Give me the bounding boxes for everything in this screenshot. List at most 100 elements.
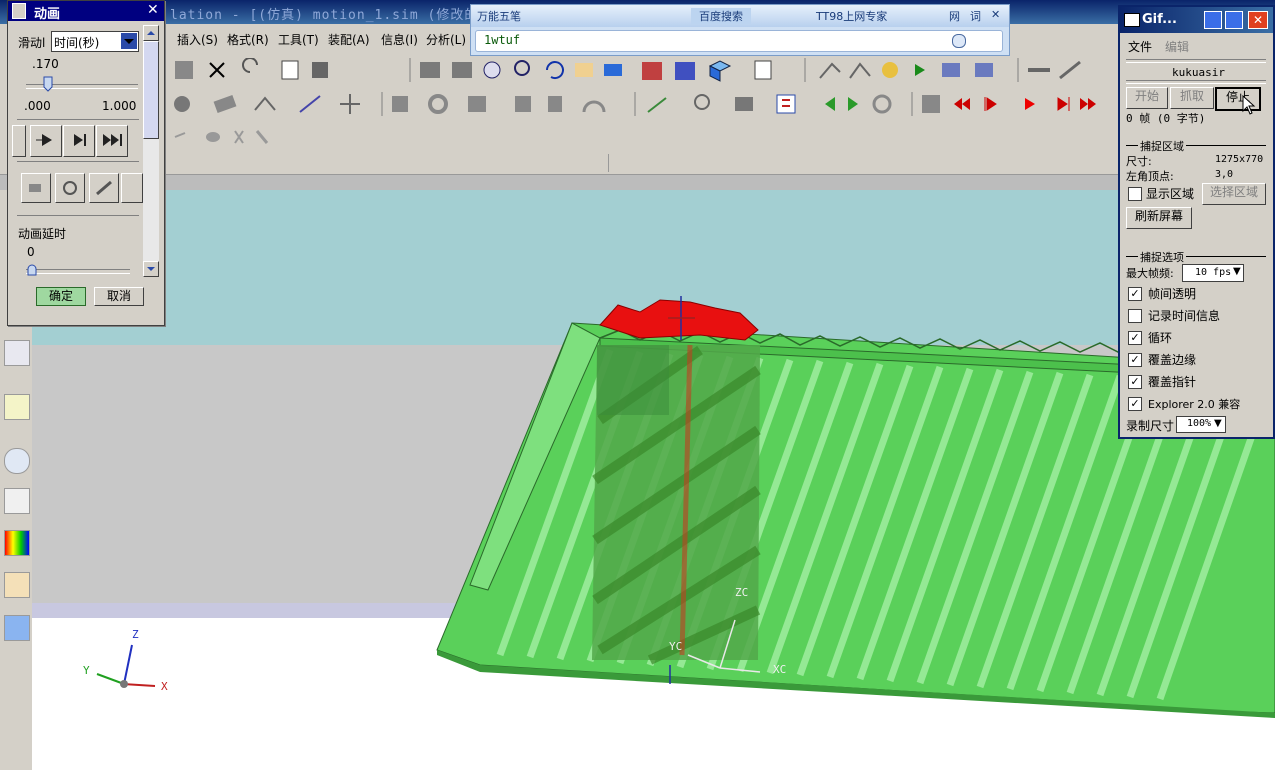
option-checkbox-pointer[interactable]: ✓ (1128, 375, 1142, 389)
ok-button[interactable]: 确定 (36, 287, 86, 306)
time-unit-select[interactable]: 时间(秒) (51, 31, 139, 52)
option-checkbox-transparent[interactable]: ✓ (1128, 287, 1142, 301)
properties-icon (281, 60, 299, 80)
ime-input[interactable]: 1wtuf (475, 30, 1003, 52)
toolbar-icons-row2 (174, 92, 1096, 116)
time-unit-value: 时间(秒) (54, 36, 100, 50)
snap-icon-a (819, 62, 841, 79)
roles-icon[interactable] (4, 572, 30, 598)
history-clock-icon[interactable] (4, 448, 30, 474)
size-chevron-down-icon[interactable]: ▼ (1214, 418, 1222, 429)
gif-close-icon[interactable]: ✕ (1248, 11, 1268, 29)
palette-tab-icon[interactable] (4, 530, 30, 556)
delay-slider-thumb[interactable] (26, 263, 38, 277)
gif-menu-file[interactable]: 文件 (1128, 38, 1152, 55)
ime-close-icon[interactable]: ✕ (991, 8, 1000, 24)
menu-tools[interactable]: 工具(T) (278, 31, 319, 48)
export-animation-button[interactable] (21, 173, 51, 203)
cue-line (0, 152, 1120, 175)
coord-icon-a (942, 63, 960, 77)
menu-analysis[interactable]: 分析(L) (426, 31, 466, 48)
select-area-button[interactable]: 选择区域 (1202, 183, 1266, 205)
slider-min: .000 (24, 99, 51, 113)
ime-word[interactable]: 词 (970, 8, 981, 24)
close-icon[interactable]: ✕ (147, 2, 159, 18)
graphics-window[interactable]: Z Y X ZC YC XC (32, 190, 1275, 770)
play-button[interactable] (30, 125, 62, 157)
corner-label: 左角顶点: (1126, 170, 1174, 183)
menu-assembly[interactable]: 装配(A) (328, 31, 370, 48)
explode-button[interactable] (89, 173, 119, 203)
layout-icon (754, 60, 772, 80)
perspective-icon (604, 64, 622, 76)
option-checkbox-loop[interactable]: ✓ (1128, 331, 1142, 345)
trace-button[interactable] (55, 173, 85, 203)
interference-button[interactable] (121, 173, 143, 203)
chevron-down-icon[interactable] (121, 33, 137, 49)
scroll-thumb[interactable] (143, 41, 159, 139)
max-fps-value: 10 fps (1195, 267, 1232, 278)
minimize-icon[interactable] (1204, 11, 1222, 29)
ime-baidu[interactable]: 百度搜索 (691, 8, 751, 24)
status-line (0, 175, 1120, 190)
record-size-select[interactable]: 100% ▼ (1176, 416, 1226, 433)
max-fps-select[interactable]: 10 fps ▼ (1182, 264, 1244, 282)
graph-tab-icon[interactable] (4, 340, 30, 366)
step-back-icon (825, 97, 835, 111)
option-checkbox-time[interactable] (1128, 309, 1142, 323)
gif-menu-edit[interactable]: 编辑 (1165, 38, 1189, 55)
step-forward-button[interactable] (63, 125, 95, 157)
delay-slider-track[interactable] (26, 269, 130, 274)
web-tab-icon[interactable] (4, 394, 30, 420)
menu-insert[interactable]: 插入(S) (177, 31, 218, 48)
part-icon (548, 96, 562, 112)
undo-icon (242, 58, 258, 73)
refresh-screen-button[interactable]: 刷新屏幕 (1126, 207, 1192, 229)
ime-option-icon[interactable] (952, 34, 966, 48)
option-checkbox-edges[interactable]: ✓ (1128, 353, 1142, 367)
menu-info[interactable]: 信息(I) (381, 31, 418, 48)
option-checkbox-explorer[interactable]: ✓ (1128, 397, 1142, 411)
zoom-window-icon (452, 62, 472, 78)
max-fps-label: 最大帧频: (1126, 267, 1174, 280)
ime-web[interactable]: 网 (949, 8, 960, 24)
delay-label: 动画延时 (18, 227, 67, 241)
snap-icon-b (849, 62, 871, 79)
capture-options-title: 捕捉选项 (1138, 249, 1186, 265)
navigator-icon[interactable] (4, 488, 30, 514)
palette-icon (882, 62, 898, 78)
table-icon (776, 94, 796, 114)
delay-value: 0 (27, 245, 35, 259)
capture-button[interactable]: 抓取 (1170, 87, 1214, 109)
triad-z-label: Z (132, 628, 139, 641)
window-title: lation - [(仿真) motion_1.sim (修改的) (170, 8, 488, 23)
time-slider-thumb[interactable] (42, 75, 54, 93)
dialog-menu-icon[interactable] (12, 3, 26, 19)
toolbar-selection (0, 122, 1120, 153)
frame-count: 0 帧 (0 字节) (1126, 112, 1206, 125)
scroll-down-icon[interactable] (143, 261, 159, 277)
ime-tt98[interactable]: TT98上网专家 (816, 8, 887, 24)
option-label-explorer: Explorer 2.0 兼容 (1148, 398, 1241, 411)
step-back-button[interactable] (12, 125, 26, 157)
scroll-up-icon[interactable] (143, 25, 159, 41)
step-start-icon (984, 97, 997, 111)
show-area-checkbox[interactable] (1128, 187, 1142, 201)
fast-forward-button[interactable] (96, 125, 128, 157)
wcs-yc-label: YC (669, 640, 683, 653)
gif-panel-titlebar: Gif... ✕ (1120, 7, 1273, 33)
hammer-icon (255, 130, 269, 144)
start-button[interactable]: 开始 (1126, 87, 1168, 109)
dialog-scrollbar[interactable] (143, 25, 159, 277)
arc-icon (582, 100, 606, 113)
maximize-icon[interactable] (1225, 11, 1243, 29)
menu-format[interactable]: 格式(R) (227, 31, 269, 48)
show-area-label: 显示区域 (1146, 187, 1195, 201)
toolbar-icons-row1 (175, 58, 1081, 82)
coord-icon-b (975, 63, 993, 77)
ime-wubi[interactable]: 万能五笔 (477, 8, 521, 24)
fps-chevron-down-icon[interactable]: ▼ (1233, 266, 1241, 277)
trace-icon (735, 97, 753, 111)
system-scene-icon[interactable] (4, 615, 30, 641)
cancel-button[interactable]: 取消 (94, 287, 144, 306)
